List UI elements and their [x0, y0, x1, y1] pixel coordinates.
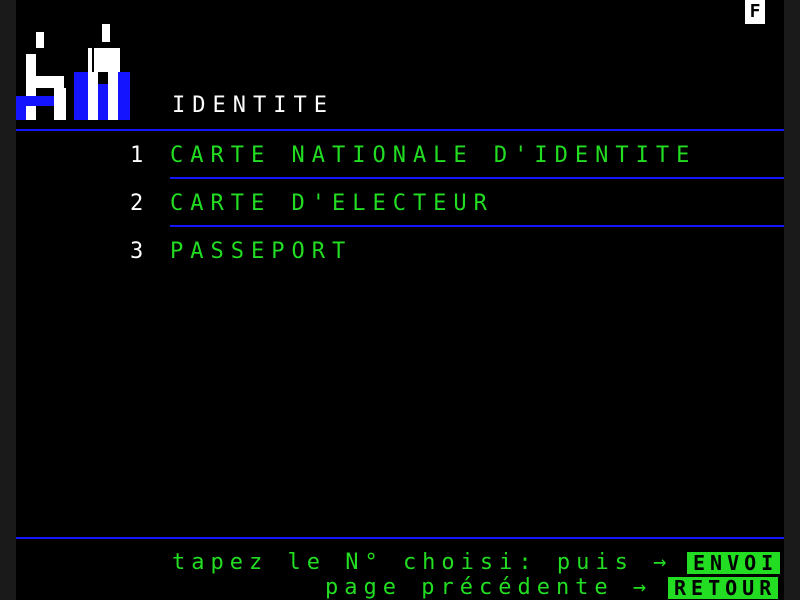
footer-divider: [16, 537, 784, 539]
envoi-key[interactable]: ENVOI: [687, 552, 781, 574]
menu-item-number: 3: [130, 238, 151, 264]
mode-indicator: F: [745, 0, 765, 24]
menu-item-label: CARTE D'ELECTEUR: [170, 190, 494, 216]
minitel-screen: F IDENTITE 1 CARTE NATIONALE D'IDENTITE …: [0, 0, 800, 600]
title-divider: [16, 129, 784, 131]
menu-item-carte-nationale[interactable]: 1 CARTE NATIONALE D'IDENTITE: [130, 139, 696, 171]
menu-divider: [170, 177, 784, 179]
page-title: IDENTITE: [172, 93, 334, 118]
menu-item-number: 2: [130, 190, 151, 216]
menu-item-passeport[interactable]: 3 PASSEPORT: [130, 235, 352, 267]
menu-item-label: PASSEPORT: [170, 238, 353, 264]
retour-key[interactable]: RETOUR: [668, 577, 779, 599]
people-icon: [16, 24, 130, 120]
instruction-select: tapez le N° choisi: puis →: [172, 550, 673, 575]
menu-item-number: 1: [130, 142, 151, 168]
instruction-back: page précédente →: [325, 575, 653, 600]
left-border: [0, 0, 16, 600]
right-border: [784, 0, 800, 600]
menu-item-label: CARTE NATIONALE D'IDENTITE: [170, 142, 697, 168]
menu-item-carte-electeur[interactable]: 2 CARTE D'ELECTEUR: [130, 187, 494, 219]
menu-divider: [170, 225, 784, 227]
